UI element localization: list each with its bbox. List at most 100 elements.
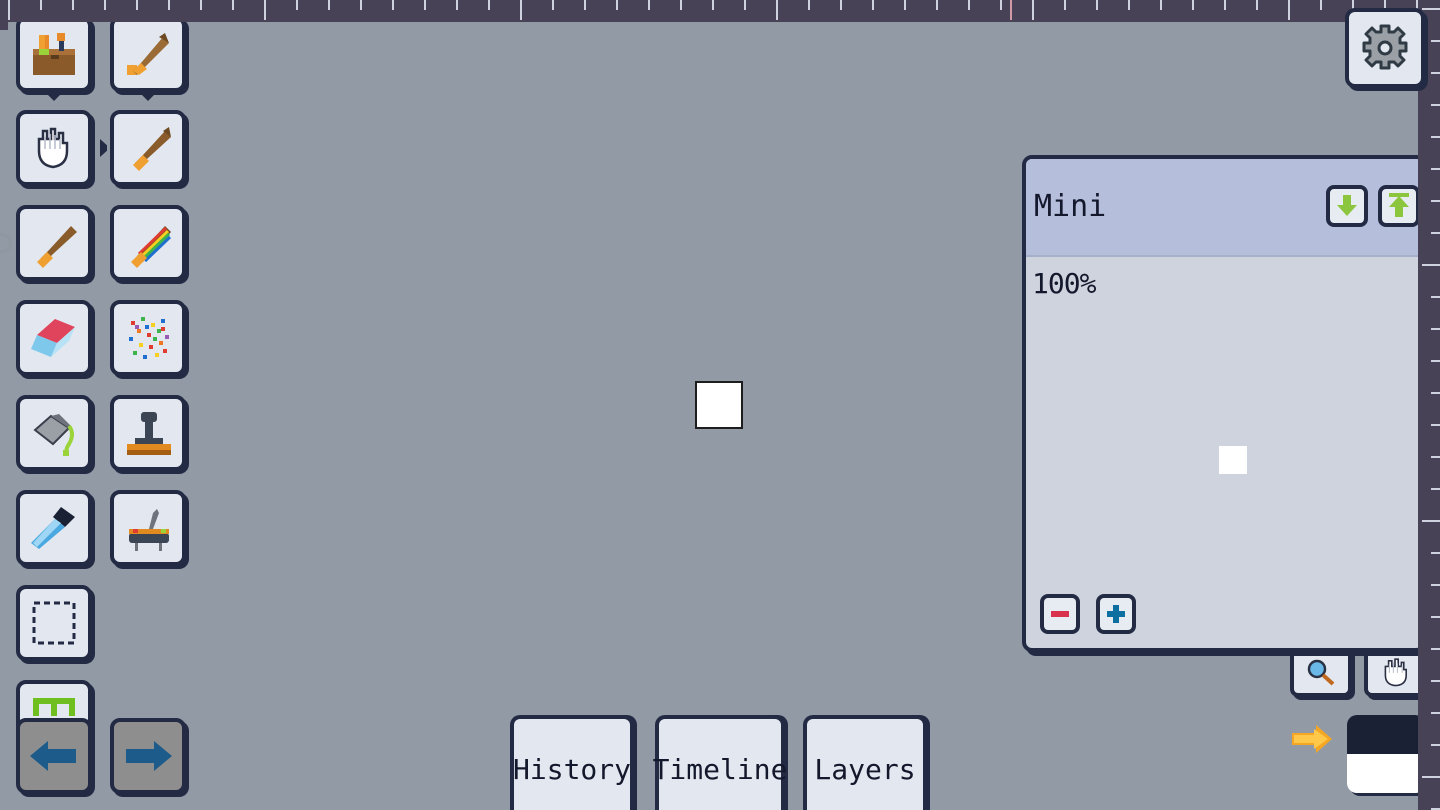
ruler-tick <box>1431 616 1440 618</box>
ruler-tick <box>1431 456 1440 458</box>
zoom-tool-button[interactable] <box>1290 651 1352 697</box>
tool-button-eyedropper[interactable] <box>16 490 92 566</box>
swap-colors-button[interactable] <box>1290 722 1334 760</box>
ruler-corner <box>0 0 8 30</box>
ruler-tick <box>296 0 298 10</box>
mini-zoom-out-button[interactable] <box>1040 594 1080 634</box>
redo-button[interactable] <box>110 718 186 794</box>
ghost-cursor-circle <box>0 233 12 253</box>
ruler-tick <box>1431 40 1440 42</box>
mini-panel-title: Mini <box>1034 189 1107 224</box>
ruler-tick <box>1431 296 1440 298</box>
ruler-tick <box>1431 552 1440 554</box>
settings-button[interactable] <box>1345 8 1425 88</box>
ruler-tick <box>200 0 202 10</box>
pan-tool-button[interactable] <box>1364 651 1426 697</box>
horizontal-ruler[interactable] <box>0 0 1440 22</box>
rainbow-brush-icon <box>131 226 172 268</box>
tool-row-marker <box>100 139 107 157</box>
ruler-tick <box>1192 0 1194 10</box>
ruler-tick <box>136 0 138 10</box>
vertical-ruler[interactable] <box>1418 0 1440 810</box>
ruler-tick <box>680 0 682 10</box>
tab-layers[interactable]: Layers <box>803 715 927 810</box>
ruler-tick <box>1431 648 1440 650</box>
ruler-position-marker <box>1010 0 1012 20</box>
ruler-tick <box>1000 0 1002 10</box>
ruler-tick <box>968 0 970 10</box>
mini-collapse-button[interactable] <box>1326 185 1368 227</box>
tool-button-airbrush[interactable] <box>110 490 186 566</box>
tool-button-hand[interactable] <box>16 110 92 186</box>
ruler-tick <box>1431 712 1440 714</box>
ruler-tick <box>1431 328 1440 330</box>
tab-timeline[interactable]: Timeline <box>653 715 787 810</box>
ruler-tick <box>1032 0 1034 20</box>
ruler-tick <box>1096 0 1098 10</box>
tool-button-toolbox[interactable] <box>16 16 92 92</box>
ruler-tick <box>1288 0 1290 20</box>
tool-button-brush[interactable] <box>110 110 186 186</box>
undo-button[interactable] <box>16 718 92 794</box>
ruler-tick <box>1431 168 1440 170</box>
ruler-tick <box>1160 0 1162 10</box>
ruler-tick <box>1224 0 1226 10</box>
ruler-tick <box>616 0 618 10</box>
ruler-tick <box>808 0 810 10</box>
mini-dock-button[interactable] <box>1378 185 1420 227</box>
hand-icon <box>1384 658 1407 687</box>
ruler-tick <box>1431 72 1440 74</box>
ruler-tick <box>1064 0 1066 10</box>
pencil-icon <box>127 33 169 75</box>
tool-button-sprinkles[interactable] <box>110 300 186 376</box>
mini-navigator-panel[interactable]: Mini 100% <box>1022 155 1426 652</box>
background-color[interactable] <box>1347 754 1425 793</box>
ruler-tick <box>936 0 938 10</box>
airbrush-icon <box>129 509 169 551</box>
ruler-tick <box>872 0 874 10</box>
plus-icon <box>1107 605 1125 623</box>
mini-zoom-in-button[interactable] <box>1096 594 1136 634</box>
color-swatch[interactable] <box>1347 715 1425 793</box>
ruler-tick <box>840 0 842 10</box>
arrow-down-icon <box>1337 195 1357 216</box>
ruler-tick <box>1431 232 1440 234</box>
canvas-thumbnail[interactable] <box>1219 446 1247 474</box>
minus-icon <box>1051 611 1069 617</box>
ruler-tick <box>1431 424 1440 426</box>
ruler-tick <box>168 0 170 10</box>
undo-arrow-icon <box>30 741 76 771</box>
ruler-tick <box>456 0 458 10</box>
tool-palette <box>0 0 200 810</box>
app-root: Mini 100% History Timeline Layers <box>0 0 1440 810</box>
ruler-tick <box>1422 776 1440 778</box>
tool-button-select[interactable] <box>16 585 92 661</box>
tool-button-marker[interactable] <box>16 205 92 281</box>
submenu-indicator-toolbox <box>43 90 65 101</box>
tool-button-pencil[interactable] <box>110 16 186 92</box>
ruler-tick <box>1431 680 1440 682</box>
tool-button-eraser[interactable] <box>16 300 92 376</box>
tab-history[interactable]: History <box>510 715 634 810</box>
eyedropper-icon <box>31 507 75 549</box>
ruler-tick <box>328 0 330 10</box>
ruler-tick <box>712 0 714 10</box>
ruler-tick <box>264 0 266 20</box>
foreground-color[interactable] <box>1347 715 1425 754</box>
mini-panel-titlebar[interactable]: Mini <box>1026 159 1422 257</box>
ruler-tick <box>552 0 554 10</box>
tool-button-paint-bucket[interactable] <box>16 395 92 471</box>
drawing-canvas[interactable] <box>695 381 743 429</box>
ruler-tick <box>72 0 74 10</box>
ruler-tick <box>8 0 10 20</box>
tool-button-rainbow[interactable] <box>110 205 186 281</box>
ruler-tick <box>488 0 490 10</box>
magnifier-icon <box>1307 659 1335 686</box>
ruler-tick <box>1431 360 1440 362</box>
arrow-up-icon <box>1389 193 1409 217</box>
arrow-right-icon <box>1292 725 1332 753</box>
marker-icon <box>37 226 77 268</box>
paint-bucket-icon <box>33 414 74 456</box>
eraser-icon <box>31 319 75 357</box>
tool-button-stamp[interactable] <box>110 395 186 471</box>
